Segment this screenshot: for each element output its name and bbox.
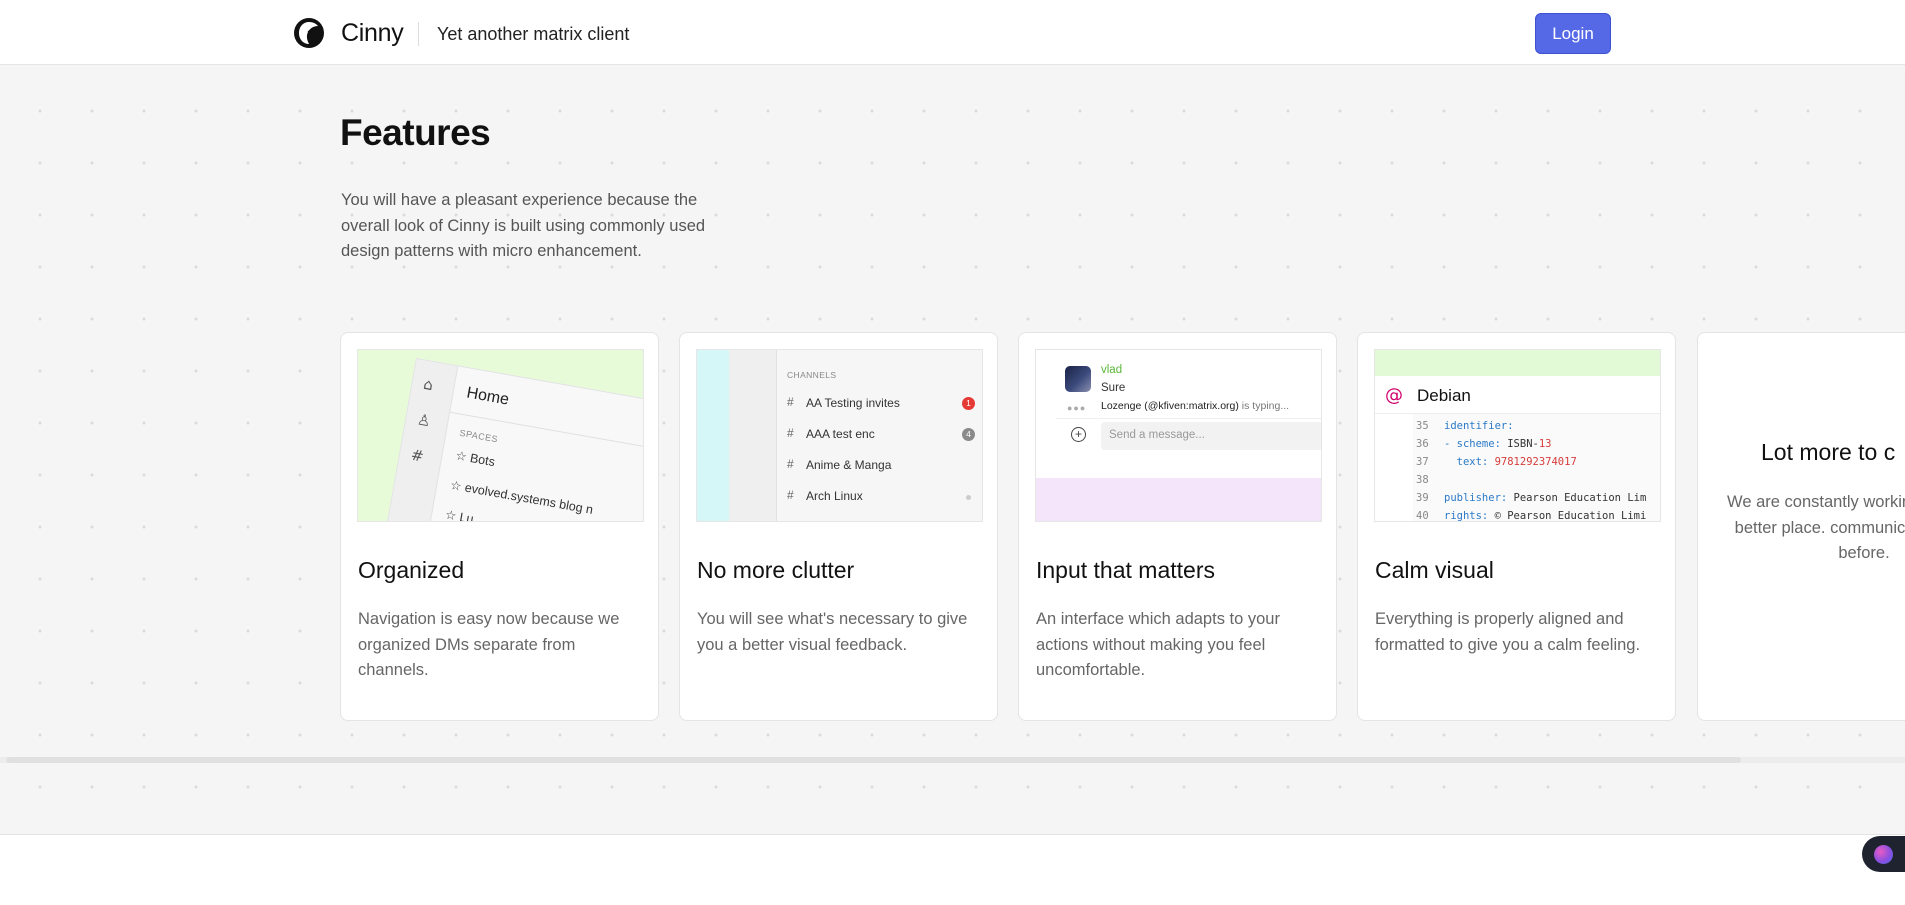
preview-title: Debian xyxy=(1417,386,1471,405)
unread-badge: 4 xyxy=(962,428,975,441)
code-line: 38 xyxy=(1416,474,1429,486)
card-title: Organized xyxy=(358,557,465,583)
card-description: You will see what's necessary to give yo… xyxy=(697,610,968,654)
channel-row: # Anime & Manga xyxy=(787,457,892,472)
channel-row: # AA Testing invites 1 xyxy=(787,393,982,413)
login-button[interactable]: Login xyxy=(1535,13,1611,54)
input-preview: vlad Sure ●●● Lozenge (@kfiven:matrix.or… xyxy=(1035,349,1322,522)
feature-card-input-that-matters: vlad Sure ●●● Lozenge (@kfiven:matrix.or… xyxy=(1018,332,1337,721)
floating-extension-button[interactable] xyxy=(1862,836,1905,872)
brand-name[interactable]: Cinny xyxy=(341,19,404,48)
card-description: An interface which adapts to your action… xyxy=(1036,610,1280,679)
avatar xyxy=(1065,366,1091,392)
extension-brain-icon xyxy=(1874,845,1893,864)
code-block: 35 identifier: 36- scheme: ISBN-13 37 tex… xyxy=(1375,414,1660,522)
code-line: 35 identifier: xyxy=(1416,420,1514,432)
spaces-label: SPACES xyxy=(458,427,499,445)
features-description: You will have a pleasant experience beca… xyxy=(341,191,706,260)
unread-badge: 1 xyxy=(962,397,975,410)
hash-icon: # xyxy=(409,445,426,466)
list-item: ☆ Lu xyxy=(444,507,475,522)
card-title: Lot more to c xyxy=(1761,439,1896,465)
card-description: Navigation is easy now because we organi… xyxy=(358,610,620,679)
card-title: No more clutter xyxy=(697,557,855,583)
typing-dots-icon: ●●● xyxy=(1067,403,1087,413)
message-username: vlad xyxy=(1101,364,1123,376)
footer-section xyxy=(0,834,1905,905)
person-icon: ♙ xyxy=(415,410,433,431)
hash-icon: # xyxy=(787,426,794,440)
tagline: Yet another matrix client xyxy=(437,24,630,44)
unread-dot xyxy=(966,495,971,500)
code-line: 36- scheme: ISBN-13 xyxy=(1416,438,1552,450)
home-icon: ⌂ xyxy=(422,374,435,395)
horizontal-scrollbar[interactable] xyxy=(0,757,1905,763)
card-title: Input that matters xyxy=(1036,557,1215,583)
scrollbar-thumb[interactable] xyxy=(6,757,1741,763)
hash-icon: # xyxy=(787,488,794,502)
hash-icon: # xyxy=(787,395,794,409)
organized-preview: ⌂ ♙ # Home SPACES ☆ Bots ☆ evolved.syste… xyxy=(357,349,644,522)
home-label: Home xyxy=(465,384,511,409)
channels-label: CHANNELS xyxy=(787,370,837,380)
clutter-preview: CHANNELS # AA Testing invites 1 # AAA te… xyxy=(696,349,983,522)
code-line: 40 rights: © Pearson Education Limi xyxy=(1416,510,1647,522)
feature-card-lot-more: Lot more to c We are constantly workin t… xyxy=(1697,332,1905,721)
code-line: 39 publisher: Pearson Education Lim xyxy=(1416,492,1647,504)
feature-card-no-more-clutter: CHANNELS # AA Testing invites 1 # AAA te… xyxy=(679,332,998,721)
card-description: Everything is properly aligned and forma… xyxy=(1375,610,1641,654)
debian-swirl-icon: @ xyxy=(1385,385,1403,406)
calm-visual-preview: @ Debian 35 identifier: 36- scheme: ISBN-… xyxy=(1374,349,1661,522)
cinny-logo-icon[interactable] xyxy=(294,18,324,48)
channel-row: # AAA test enc 4 xyxy=(787,424,982,444)
message-input-preview: Send a message... xyxy=(1101,422,1321,450)
channel-row: # Arch Linux xyxy=(787,486,982,506)
add-circle-icon: + xyxy=(1071,427,1086,442)
features-title: Features xyxy=(340,112,491,153)
hash-icon: # xyxy=(787,457,794,471)
feature-card-calm-visual: @ Debian 35 identifier: 36- scheme: ISBN-… xyxy=(1357,332,1676,721)
card-description: We are constantly workin to make it a be… xyxy=(1727,493,1905,562)
card-title: Calm visual xyxy=(1375,557,1494,583)
message-body: Sure xyxy=(1101,382,1126,394)
feature-card-organized: ⌂ ♙ # Home SPACES ☆ Bots ☆ evolved.syste… xyxy=(340,332,659,721)
code-line: 37 text: 9781292374017 xyxy=(1416,456,1577,468)
typing-indicator: Lozenge (@kfiven:matrix.org) is typing..… xyxy=(1101,400,1290,412)
list-item: ☆ Bots xyxy=(454,448,497,470)
brand-divider xyxy=(418,22,419,46)
top-navbar: Cinny Yet another matrix client Login xyxy=(0,0,1905,65)
